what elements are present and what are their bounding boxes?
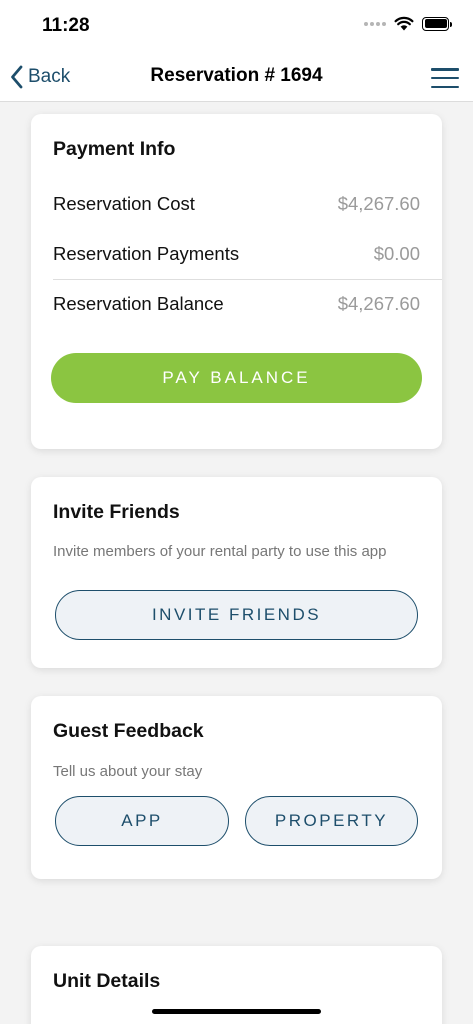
reservation-balance-value: $4,267.60 bbox=[337, 293, 420, 314]
reservation-cost-row: Reservation Cost $4,267.60 bbox=[31, 179, 442, 229]
cellular-signal-icon bbox=[364, 21, 386, 26]
reservation-cost-label: Reservation Cost bbox=[53, 193, 195, 214]
guest-feedback-description: Tell us about your stay bbox=[53, 763, 203, 780]
home-indicator bbox=[152, 1009, 321, 1014]
wifi-icon bbox=[394, 16, 414, 31]
status-time: 11:28 bbox=[42, 15, 90, 36]
reservation-balance-label: Reservation Balance bbox=[53, 293, 224, 314]
guest-feedback-title: Guest Feedback bbox=[53, 720, 204, 742]
payment-info-title: Payment Info bbox=[53, 138, 176, 160]
payment-info-card: Payment Info Reservation Cost $4,267.60 … bbox=[31, 114, 442, 449]
invite-friends-card: Invite Friends Invite members of your re… bbox=[31, 477, 442, 668]
reservation-payments-row: Reservation Payments $0.00 bbox=[31, 229, 442, 279]
status-bar: 11:28 bbox=[0, 0, 473, 52]
reservation-screen: 11:28 Back Reservation # 1694 Payment In… bbox=[0, 0, 473, 1024]
reservation-payments-value: $0.00 bbox=[373, 243, 420, 264]
invite-friends-title: Invite Friends bbox=[53, 501, 180, 523]
invite-friends-button[interactable]: INVITE FRIENDS bbox=[55, 590, 418, 640]
unit-details-title: Unit Details bbox=[53, 970, 161, 992]
property-feedback-button[interactable]: PROPERTY bbox=[245, 796, 418, 846]
battery-icon bbox=[422, 16, 452, 31]
guest-feedback-card: Guest Feedback Tell us about your stay A… bbox=[31, 696, 442, 879]
status-icons bbox=[364, 16, 452, 31]
app-feedback-button[interactable]: APP bbox=[55, 796, 229, 846]
navigation-bar: Back Reservation # 1694 bbox=[0, 52, 473, 102]
reservation-payments-label: Reservation Payments bbox=[53, 243, 240, 264]
reservation-cost-value: $4,267.60 bbox=[337, 193, 420, 214]
pay-balance-button[interactable]: PAY BALANCE bbox=[51, 353, 422, 403]
reservation-balance-row: Reservation Balance $4,267.60 bbox=[31, 279, 442, 329]
page-title: Reservation # 1694 bbox=[150, 65, 323, 86]
invite-friends-description: Invite members of your rental party to u… bbox=[53, 543, 387, 560]
hamburger-menu-icon[interactable] bbox=[431, 68, 459, 88]
